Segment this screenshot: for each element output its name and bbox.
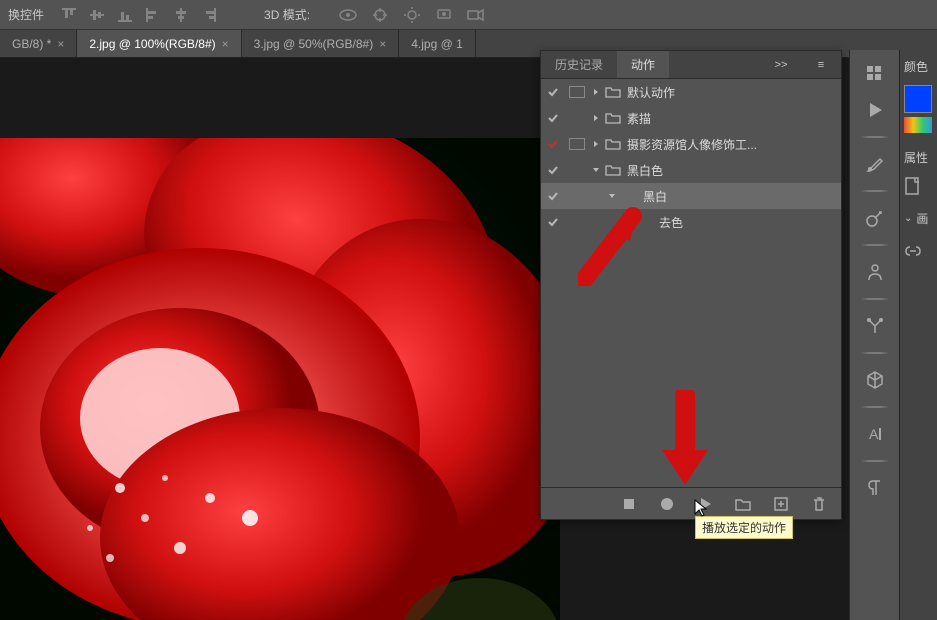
align-top-icon[interactable] [60,6,78,24]
pan-icon[interactable] [370,7,390,23]
align-icons-group [60,6,218,24]
toggle-check[interactable] [541,216,565,228]
foreground-color-swatch[interactable] [904,85,932,113]
document-canvas[interactable] [0,138,560,620]
render-icon[interactable] [434,7,454,23]
folder-icon [603,164,623,176]
chevron-icon[interactable] [589,114,603,122]
action-label: 去色 [655,214,683,231]
right-icon-bar: A [849,50,899,620]
clone-source-icon[interactable] [857,200,893,236]
actions-tab[interactable]: 动作 [617,51,669,78]
action-label: 素描 [623,110,651,127]
align-bottom-icon[interactable] [116,6,134,24]
svg-text:A: A [869,426,879,442]
tab-label: 4.jpg @ 1 [411,37,463,51]
align-right-icon[interactable] [200,6,218,24]
align-vcenter-icon[interactable] [88,6,106,24]
painting-collapse[interactable]: ⌄画 [900,206,937,231]
close-icon[interactable]: × [379,37,386,51]
align-left-icon[interactable] [144,6,162,24]
tab-label: GB/8) * [12,37,51,51]
delete-button[interactable] [811,496,827,512]
action-label: 摄影资源馆人像修饰工... [623,136,757,153]
chevron-icon[interactable] [589,88,603,96]
actions-panel-footer [541,487,841,519]
action-label: 默认动作 [623,84,675,101]
history-tab[interactable]: 历史记录 [541,51,617,78]
mode-3d-dropdown[interactable]: 3D 模式: [264,6,310,23]
properties-panel-label[interactable]: 属性 [900,143,937,172]
play-tooltip: 播放选定的动作 [695,516,793,539]
toggle-check[interactable] [541,164,565,176]
toggle-dialog[interactable] [565,138,589,150]
options-bar: 换控件 3D 模式: [0,0,937,30]
camera-icon[interactable] [466,7,486,23]
document-properties-icon[interactable] [900,172,937,200]
light-icon[interactable] [402,7,422,23]
toggle-check[interactable] [541,138,565,150]
new-set-button[interactable] [735,496,751,512]
tools-icon[interactable] [857,308,893,344]
action-list: 默认动作素描摄影资源馆人像修饰工... 黑白色黑白去色 [541,79,841,487]
chevron-icon[interactable] [589,140,603,148]
close-icon[interactable]: × [57,37,64,51]
action-row[interactable]: 黑白 [541,183,841,209]
folder-icon [603,86,623,98]
character-icon[interactable] [857,254,893,290]
document-tab-1[interactable]: 2.jpg @ 100%(RGB/8#) × [77,30,241,57]
action-row[interactable]: 摄影资源馆人像修饰工... [541,131,841,157]
document-tab-2[interactable]: 3.jpg @ 50%(RGB/8#) × [242,30,400,57]
orbit-icon[interactable] [338,7,358,23]
top-right-icons [338,7,486,23]
toggle-check[interactable] [541,112,565,124]
transform-controls-label: 换控件 [8,6,44,23]
tab-label: 2.jpg @ 100%(RGB/8#) [89,37,215,51]
toggle-check[interactable] [541,190,565,202]
paragraph-icon[interactable] [857,470,893,506]
folder-icon [603,112,623,124]
action-row[interactable]: 去色 [541,209,841,235]
chevron-icon[interactable] [589,166,603,174]
folder-icon [603,138,623,150]
document-tab-3[interactable]: 4.jpg @ 1 [399,30,476,57]
painting-label: 画 [916,210,928,227]
document-tab-0[interactable]: GB/8) * × [0,30,77,57]
record-button[interactable] [659,496,675,512]
3d-icon[interactable] [857,362,893,398]
action-row[interactable]: 黑白色 [541,157,841,183]
play-icon[interactable] [857,92,893,128]
gradient-swatch[interactable] [904,117,932,133]
action-row[interactable]: 素描 [541,105,841,131]
toggle-check[interactable] [541,86,565,98]
mode-3d-label: 3D 模式: [264,6,310,23]
action-label: 黑白 [639,188,667,205]
type-icon[interactable]: A [857,416,893,452]
close-icon[interactable]: × [222,37,229,51]
stop-button[interactable] [621,496,637,512]
color-panel-label[interactable]: 颜色 [900,52,937,81]
far-right-panel: 颜色 属性 ⌄画 [899,50,937,620]
toggle-dialog[interactable] [565,86,589,98]
brush-icon[interactable] [857,146,893,182]
panel-tab-bar: 历史记录 动作 >> ≡ [541,51,841,79]
action-row[interactable]: 默认动作 [541,79,841,105]
action-label: 黑白色 [623,162,663,179]
chevron-icon[interactable] [605,192,619,200]
tab-label: 3.jpg @ 50%(RGB/8#) [254,37,374,51]
panel-menu-button[interactable]: ≡ [801,51,841,78]
collapse-button[interactable]: >> [761,51,801,78]
swatches-icon[interactable] [857,56,893,92]
actions-panel: 历史记录 动作 >> ≡ 默认动作素描摄影资源馆人像修饰工... 黑白色黑白去色 [540,50,842,520]
align-hcenter-icon[interactable] [172,6,190,24]
cursor-icon [693,498,709,518]
link-icon[interactable] [900,237,937,263]
new-action-button[interactable] [773,496,789,512]
